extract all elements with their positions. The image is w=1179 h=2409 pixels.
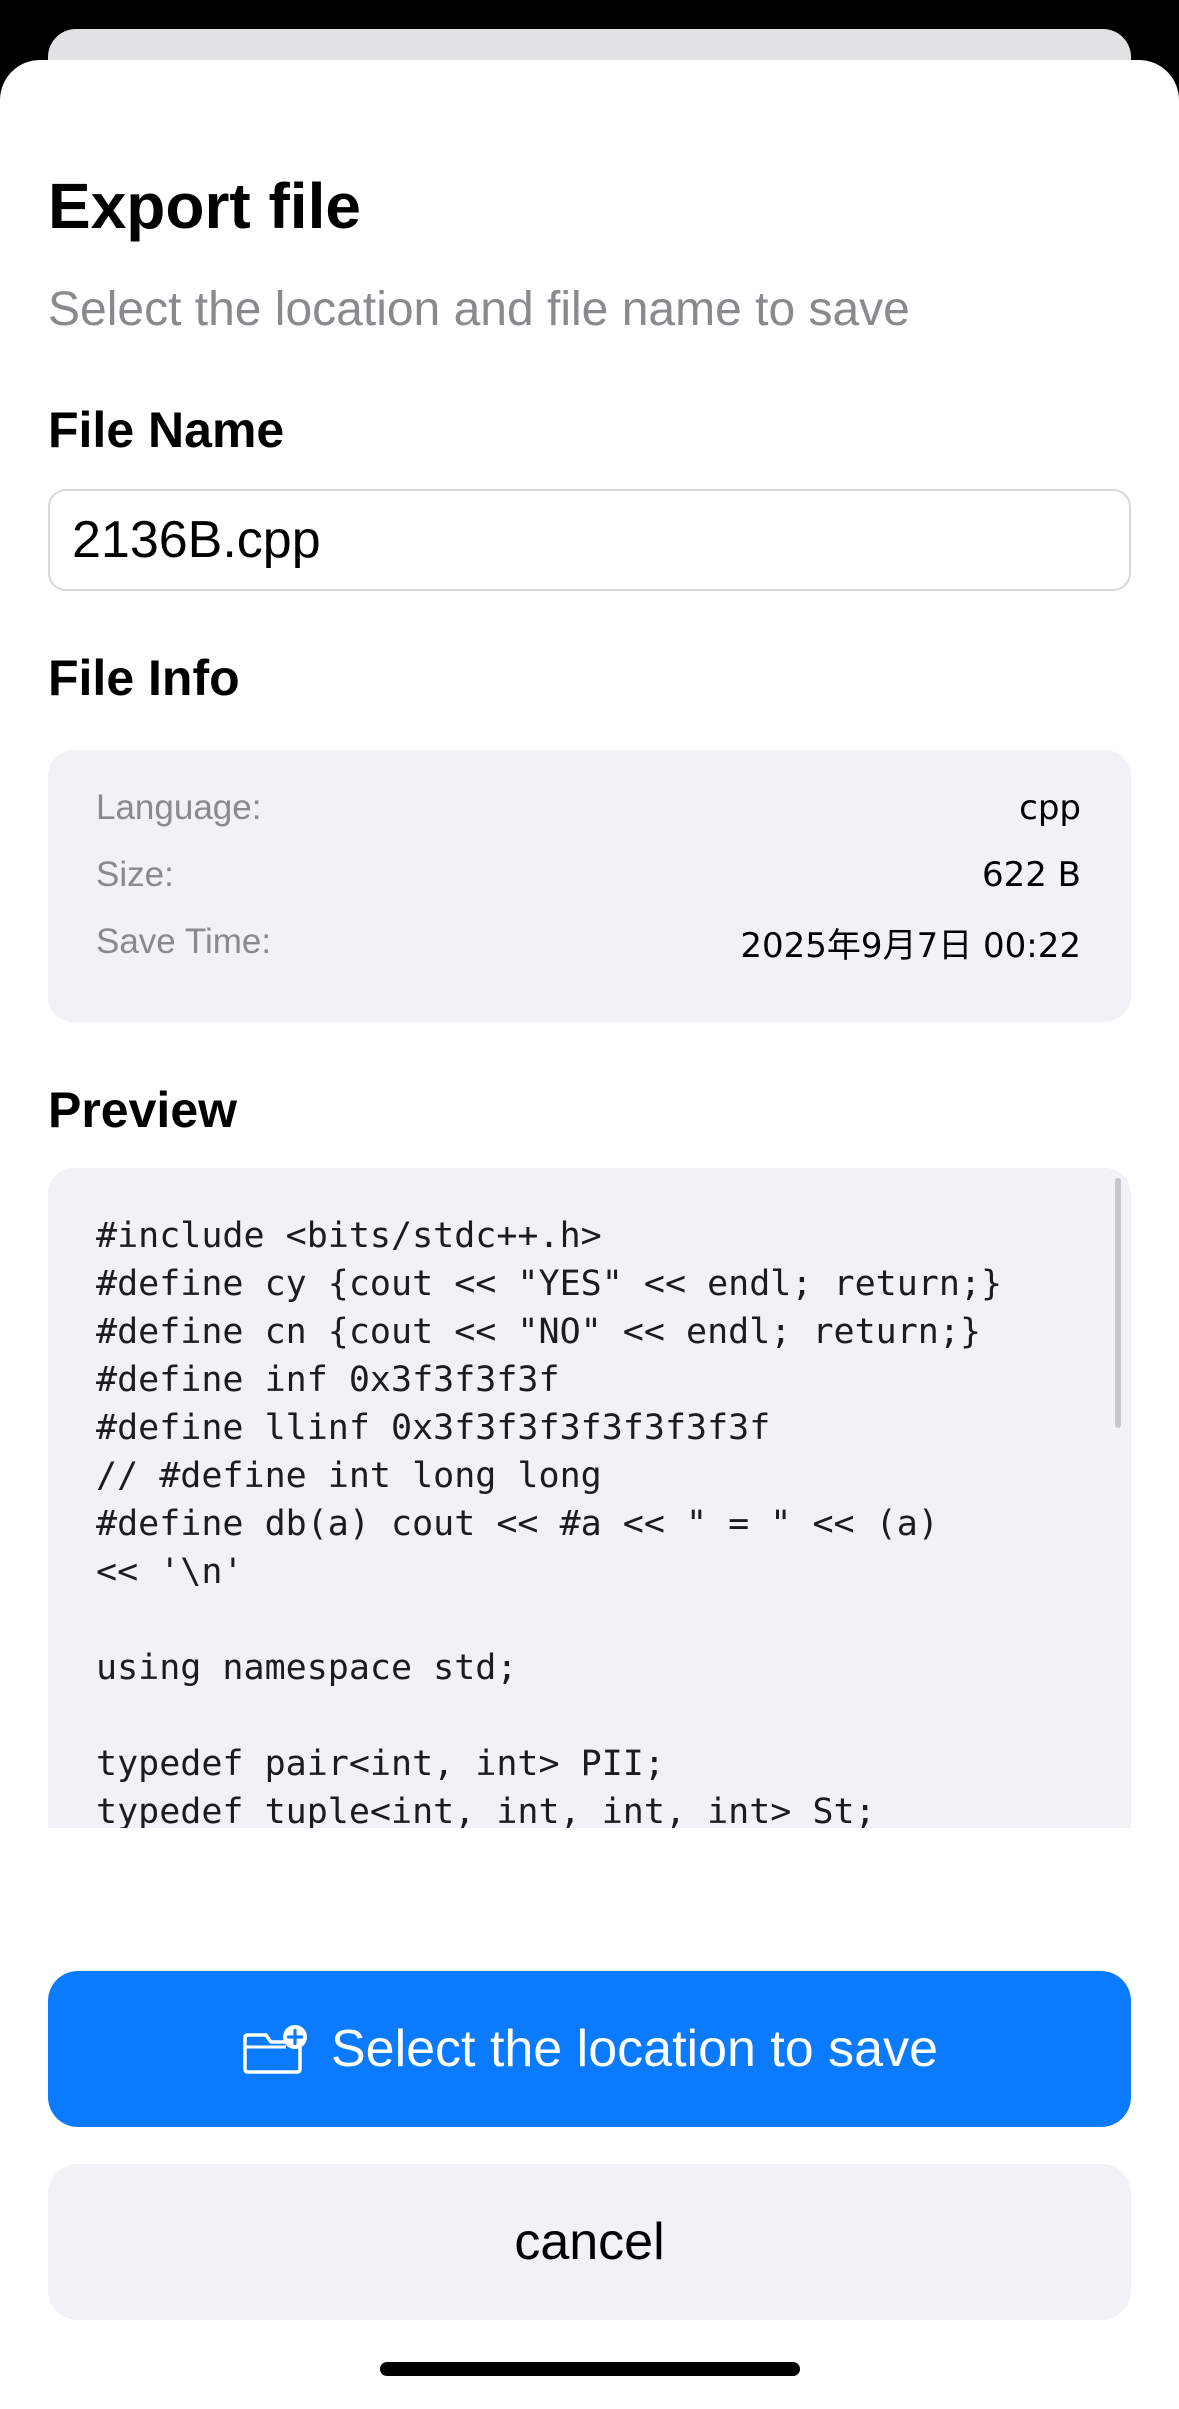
save-time-key: Save Time: <box>96 922 272 961</box>
info-row-size: Size: 622 B <box>96 850 1081 900</box>
info-row-language: Language: cpp <box>96 783 1081 833</box>
folder-badge-plus-icon <box>241 2023 309 2075</box>
sheet-subtitle: Select the location and file name to sav… <box>48 283 910 336</box>
size-key: Size: <box>96 855 174 894</box>
code-preview[interactable]: #include <bits/stdc++.h> #define cy {cou… <box>48 1168 1131 1828</box>
cancel-button[interactable]: cancel <box>48 2164 1131 2320</box>
preview-scrollbar[interactable] <box>1115 1178 1121 1428</box>
preview-label: Preview <box>48 1082 238 1138</box>
sheet-title: Export file <box>48 170 361 242</box>
home-indicator[interactable] <box>380 2362 800 2376</box>
language-value: cpp <box>1019 788 1081 828</box>
file-name-label: File Name <box>48 402 285 458</box>
export-sheet: Export file Select the location and file… <box>0 60 1179 2409</box>
file-name-input[interactable] <box>48 489 1131 591</box>
code-preview-text: #include <bits/stdc++.h> #define cy {cou… <box>96 1216 1003 1828</box>
file-info-card: Language: cpp Size: 622 B Save Time: 202… <box>48 750 1131 1022</box>
info-row-save-time: Save Time: 2025年9月7日 00:22 <box>96 917 1081 967</box>
size-value: 622 B <box>981 855 1081 895</box>
select-location-button[interactable]: Select the location to save <box>48 1971 1131 2127</box>
save-time-value: 2025年9月7日 00:22 <box>740 925 1081 966</box>
cancel-label: cancel <box>514 2213 665 2271</box>
language-key: Language: <box>96 788 262 827</box>
select-location-label: Select the location to save <box>330 2020 939 2078</box>
file-info-label: File Info <box>48 650 240 706</box>
